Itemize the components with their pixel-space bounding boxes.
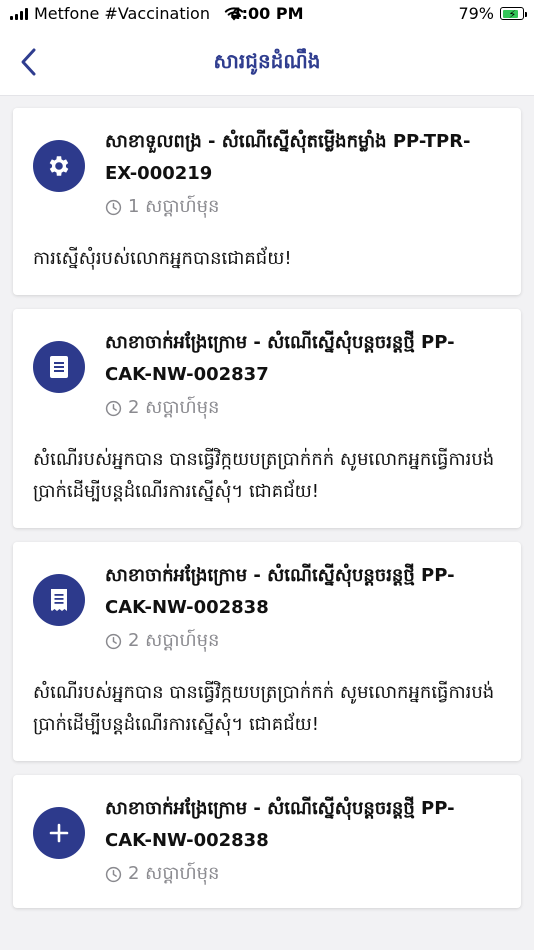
document-icon bbox=[50, 356, 68, 378]
clock-icon bbox=[105, 199, 122, 216]
clock-icon bbox=[105, 633, 122, 650]
notification-time: 2 សប្តាហ៍មុន bbox=[128, 863, 220, 884]
plus-icon bbox=[49, 823, 69, 843]
battery-percent: 79% bbox=[458, 4, 494, 23]
battery-status: 79% ⚡ bbox=[458, 4, 527, 23]
notification-body: ការស្នើសុំរបស់លោកអ្នកបានជោគជ័យ! bbox=[33, 248, 292, 269]
notification-time: 2 សប្តាហ៍មុន bbox=[128, 630, 220, 651]
notification-avatar bbox=[33, 341, 85, 393]
notification-avatar bbox=[33, 807, 85, 859]
notification-title: សាខាចាក់អង្រែក្រោម - សំណើស្នើសុំបន្តចរន្… bbox=[105, 798, 455, 851]
clock-icon bbox=[105, 866, 122, 883]
nav-bar: សារជូនដំណឹង bbox=[0, 28, 534, 96]
notification-avatar bbox=[33, 574, 85, 626]
notification-card[interactable]: សាខាចាក់អង្រែក្រោម - សំណើស្នើសុំបន្តចរន្… bbox=[13, 309, 521, 528]
notification-time: 1 សប្តាហ៍មុន bbox=[128, 196, 220, 217]
battery-icon: ⚡ bbox=[500, 7, 527, 21]
notification-body: សំណើរបស់អ្នកបាន បានធ្វើវិក្កយបត្រប្រាក់ក… bbox=[33, 449, 495, 502]
notification-title: សាខាទួលពង្រ - សំណើស្នើសុំតម្លើងកម្លាំង P… bbox=[105, 131, 471, 184]
notification-avatar bbox=[33, 140, 85, 192]
gear-icon bbox=[49, 156, 69, 176]
notification-time: 2 សប្តាហ៍មុន bbox=[128, 397, 220, 418]
notification-body: សំណើរបស់អ្នកបាន បានធ្វើវិក្កយបត្រប្រាក់ក… bbox=[33, 682, 495, 735]
notification-list[interactable]: សាខាទួលពង្រ - សំណើស្នើសុំតម្លើងកម្លាំង P… bbox=[0, 96, 534, 950]
notification-card[interactable]: សាខាចាក់អង្រែក្រោម - សំណើស្នើសុំបន្តចរន្… bbox=[13, 775, 521, 908]
status-bar: Metfone #Vaccination 4:00 PM 79% ⚡ bbox=[0, 0, 534, 28]
receipt-icon bbox=[51, 589, 67, 611]
notification-card[interactable]: សាខាចាក់អង្រែក្រោម - សំណើស្នើសុំបន្តចរន្… bbox=[13, 542, 521, 761]
notification-card[interactable]: សាខាទួលពង្រ - សំណើស្នើសុំតម្លើងកម្លាំង P… bbox=[13, 108, 521, 295]
notification-title: សាខាចាក់អង្រែក្រោម - សំណើស្នើសុំបន្តចរន្… bbox=[105, 565, 455, 618]
page-title: សារជូនដំណឹង bbox=[213, 49, 321, 73]
clock-icon bbox=[105, 400, 122, 417]
clock: 4:00 PM bbox=[230, 4, 304, 23]
notification-title: សាខាចាក់អង្រែក្រោម - សំណើស្នើសុំបន្តចរន្… bbox=[105, 332, 455, 385]
